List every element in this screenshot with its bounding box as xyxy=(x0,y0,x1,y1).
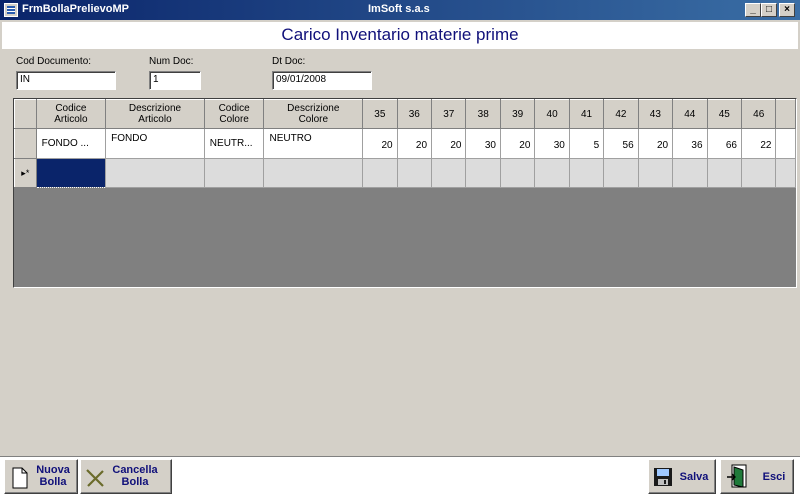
nuova-bolla-button[interactable]: Nuova Bolla xyxy=(4,459,78,494)
esci-label: Esci xyxy=(762,471,786,483)
cell-quantity[interactable]: 66 xyxy=(706,128,743,159)
exit-door-icon xyxy=(727,464,747,488)
new-cell[interactable] xyxy=(362,158,398,188)
cell-quantity[interactable]: 20 xyxy=(362,128,398,159)
nuova-bolla-label: Nuova Bolla xyxy=(36,464,70,488)
col-header-codice-colore[interactable]: Codice Colore xyxy=(203,99,265,129)
dt-doc-label: Dt Doc: xyxy=(272,56,306,67)
col-header-size[interactable]: 43 xyxy=(637,99,674,129)
new-cell[interactable] xyxy=(396,158,433,188)
col-header-size[interactable]: 46 xyxy=(740,99,777,129)
new-cell[interactable] xyxy=(203,158,265,188)
num-doc-label: Num Doc: xyxy=(149,56,194,67)
salva-button[interactable]: Salva xyxy=(648,459,716,494)
salva-label: Salva xyxy=(679,471,709,483)
blank-page-icon xyxy=(12,467,28,489)
cell-filler xyxy=(775,128,796,159)
new-cell[interactable] xyxy=(105,158,205,188)
cell-quantity[interactable]: 56 xyxy=(603,128,639,159)
new-cell[interactable] xyxy=(568,158,605,188)
grid-header-row: Codice Articolo Descrizione Articolo Codic… xyxy=(14,99,796,129)
new-cell[interactable] xyxy=(465,158,501,188)
minimize-button[interactable]: _ xyxy=(745,3,761,17)
new-row-marker[interactable]: ▸* xyxy=(14,158,37,188)
cell-quantity[interactable]: 20 xyxy=(637,128,674,159)
col-header-size[interactable]: 45 xyxy=(706,99,743,129)
cell-quantity[interactable]: 30 xyxy=(534,128,570,159)
row-header[interactable] xyxy=(14,128,37,159)
cell-descrizione-colore[interactable]: NEUTRO xyxy=(263,128,364,159)
window-titlebar: FrmBollaPrelievoMP ImSoft s.a.s _ □ × xyxy=(0,0,800,20)
new-cell[interactable] xyxy=(534,158,570,188)
new-cell[interactable] xyxy=(499,158,536,188)
cancella-bolla-label: Cancella Bolla xyxy=(112,464,158,488)
cell-quantity[interactable]: 20 xyxy=(499,128,536,159)
items-grid[interactable]: Codice Articolo Descrizione Articolo Codic… xyxy=(13,98,797,288)
maximize-button[interactable]: □ xyxy=(761,3,777,17)
header-band: Carico Inventario materie prime xyxy=(2,22,798,49)
new-cell[interactable] xyxy=(603,158,639,188)
company-name: ImSoft s.a.s xyxy=(368,3,430,15)
new-row[interactable]: ▸* xyxy=(14,158,796,188)
window-title: FrmBollaPrelievoMP xyxy=(22,3,129,15)
new-cell[interactable] xyxy=(740,158,777,188)
floppy-disk-icon xyxy=(654,468,672,486)
cell-descrizione-articolo[interactable]: FONDO xyxy=(105,128,205,159)
cod-documento-field[interactable]: IN xyxy=(16,71,116,90)
col-header-size[interactable]: 37 xyxy=(431,99,467,129)
col-header-descrizione-articolo[interactable]: Descrizione Articolo xyxy=(105,99,205,129)
cell-quantity[interactable]: 20 xyxy=(396,128,433,159)
col-header-size[interactable]: 35 xyxy=(362,99,398,129)
col-header-size[interactable]: 36 xyxy=(396,99,433,129)
new-cell[interactable] xyxy=(706,158,743,188)
page-title: Carico Inventario materie prime xyxy=(281,25,519,44)
close-button[interactable]: × xyxy=(779,3,795,17)
app-icon[interactable] xyxy=(4,3,18,17)
new-cell[interactable] xyxy=(263,158,364,188)
cell-quantity[interactable]: 22 xyxy=(740,128,777,159)
cod-documento-label: Cod Documento: xyxy=(16,56,92,67)
new-cell[interactable] xyxy=(637,158,674,188)
cell-quantity[interactable]: 20 xyxy=(431,128,467,159)
col-header-size[interactable]: 39 xyxy=(499,99,536,129)
col-header-filler xyxy=(775,99,796,129)
cross-icon xyxy=(86,469,104,487)
col-header-size[interactable]: 44 xyxy=(672,99,708,129)
col-header-size[interactable]: 41 xyxy=(568,99,605,129)
col-header-size[interactable]: 42 xyxy=(603,99,639,129)
col-header-descrizione-colore[interactable]: Descrizione Colore xyxy=(263,99,364,129)
new-cell[interactable] xyxy=(431,158,467,188)
cell-codice-articolo[interactable]: FONDO ... xyxy=(35,128,107,159)
cell-quantity[interactable]: 36 xyxy=(672,128,708,159)
new-cell[interactable] xyxy=(775,158,796,188)
cancella-bolla-button[interactable]: Cancella Bolla xyxy=(80,459,172,494)
cell-quantity[interactable]: 5 xyxy=(568,128,605,159)
row-header-corner[interactable] xyxy=(14,99,37,129)
esci-button[interactable]: Esci xyxy=(720,459,794,494)
col-header-size[interactable]: 40 xyxy=(534,99,570,129)
col-header-codice-articolo[interactable]: Codice Articolo xyxy=(35,99,107,129)
cell-codice-colore[interactable]: NEUTR... xyxy=(203,128,265,159)
new-cell[interactable] xyxy=(672,158,708,188)
dt-doc-field[interactable]: 09/01/2008 xyxy=(272,71,372,90)
cell-quantity[interactable]: 30 xyxy=(465,128,501,159)
col-header-size[interactable]: 38 xyxy=(465,99,501,129)
table-row[interactable]: FONDO ... FONDO NEUTR... NEUTRO 20 20 20… xyxy=(14,128,796,159)
new-cell-codice-articolo[interactable] xyxy=(35,158,107,188)
num-doc-field[interactable]: 1 xyxy=(149,71,201,90)
